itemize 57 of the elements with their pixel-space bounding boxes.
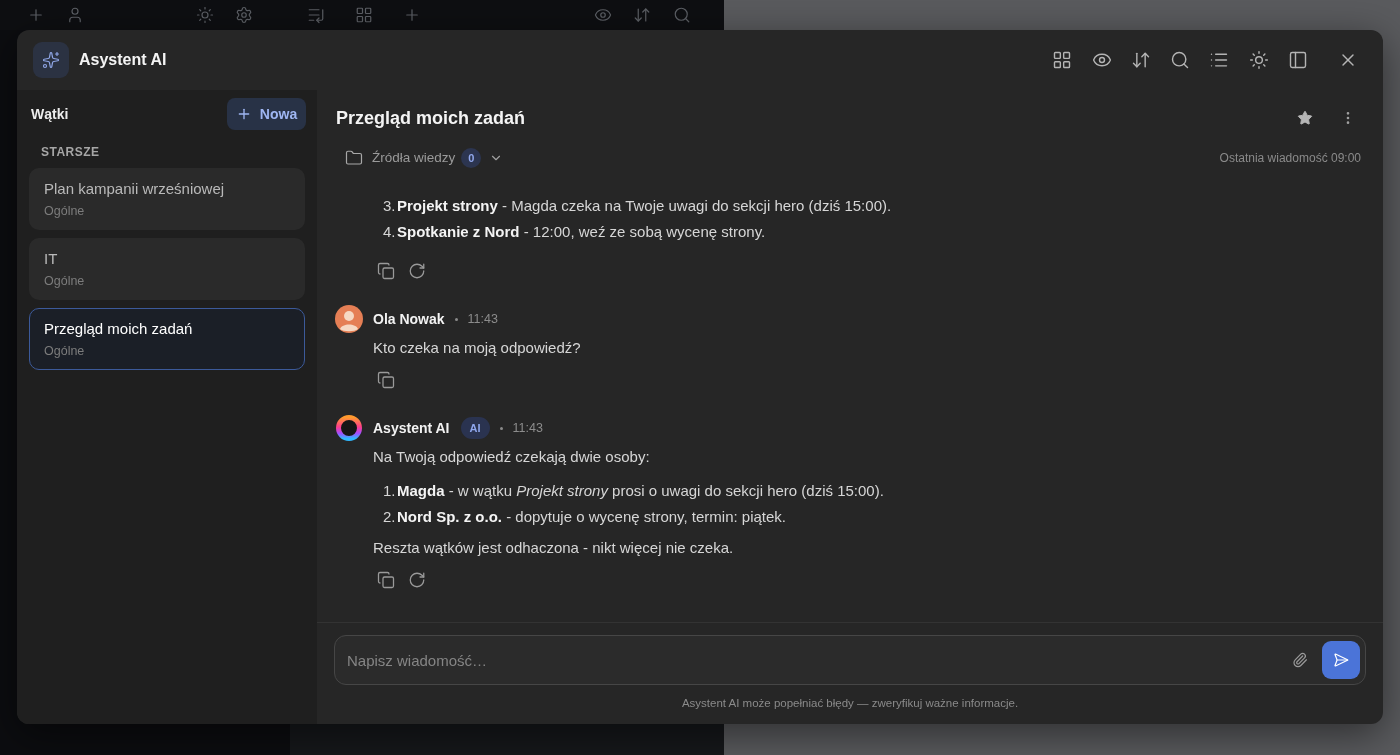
search-icon[interactable] (1170, 50, 1191, 70)
thread-item[interactable]: IT Ogólne (29, 238, 305, 300)
send-button[interactable] (1322, 641, 1360, 679)
ring-avatar-icon (335, 414, 363, 442)
regenerate-icon[interactable] (408, 571, 426, 589)
send-icon (1333, 652, 1349, 668)
copy-icon[interactable] (377, 371, 395, 389)
disclaimer-text: Asystent AI może popełniać błędy — zweryfikuj ważne informacje. (681, 696, 1019, 710)
thread-category: Ogólne (44, 343, 85, 359)
list-number: 2. (383, 507, 397, 527)
copy-icon[interactable] (377, 571, 395, 589)
thread-item[interactable]: Przegląd moich zadań Ogólne (29, 308, 305, 370)
message-text: Na Twoją odpowiedź czekają dwie osoby: (373, 447, 650, 467)
person-avatar-icon (335, 305, 363, 333)
window-title: Asystent AI (79, 50, 167, 70)
list-icon[interactable] (1209, 50, 1230, 70)
thread-category: Ogólne (44, 203, 85, 219)
message-text: Kto czeka na moją odpowiedź? (373, 338, 581, 358)
author-name: Ola Nowak (373, 309, 445, 329)
message-time: 11:43 (512, 419, 543, 437)
list-item-text: Spotkanie z Nord - 12:00, weź ze sobą wycenę strony. (397, 222, 766, 242)
thread-title: Przegląd moich zadań (44, 319, 193, 339)
sun-icon[interactable] (1248, 50, 1269, 70)
folder-icon (345, 149, 363, 167)
sparkle-icon (33, 42, 69, 78)
list-item-text: Magda - w wątku Projekt strony prosi o uwagi do sekcji hero (dziś 15:00). (397, 481, 884, 501)
ai-badge: AI (460, 417, 490, 439)
count-badge: 0 (461, 148, 482, 168)
new-thread-button[interactable]: Nowa (227, 98, 306, 130)
list-item-text: Nord Sp. z o.o. - dopytuje o wycenę strony, termin: piątek. (397, 507, 787, 527)
regenerate-icon[interactable] (408, 262, 426, 280)
list-number: 3. (383, 196, 397, 216)
star-icon[interactable] (1297, 110, 1313, 126)
paperclip-icon[interactable] (1292, 652, 1308, 668)
user-icon[interactable] (66, 6, 84, 24)
thread-item[interactable]: Plan kampanii wrześniowej Ogólne (29, 168, 305, 230)
message-input-field[interactable]: Napisz wiadomość… (334, 635, 1366, 685)
sidebar-title: Wątki (31, 104, 69, 124)
knowledge-sources-toggle[interactable]: Źródła wiedzy 0 (345, 146, 504, 170)
sort-icon[interactable] (1130, 50, 1151, 70)
list-number: 1. (383, 481, 397, 501)
thread-title: IT (44, 249, 58, 269)
author-name: Asystent AI (373, 418, 450, 438)
copy-icon[interactable] (377, 262, 395, 280)
message-input[interactable]: Napisz wiadomość… (347, 642, 1292, 678)
message-text: Reszta wątków jest odhaczona - nikt więcej nie czeka. (373, 538, 734, 558)
panel-icon[interactable] (1288, 50, 1308, 70)
thread-title: Plan kampanii wrześniowej (44, 179, 225, 199)
chat-title: Przegląd moich zadań (336, 106, 526, 130)
thread-category: Ogólne (44, 273, 85, 289)
list-number: 4. (383, 222, 397, 242)
list-item-text: Projekt strony - Magda czeka na Twoje uwagi do sekcji hero (dziś 15:00). (397, 196, 892, 216)
last-message-time: Ostatnia wiadomość 09:00 (1219, 150, 1361, 167)
message-time: 11:43 (467, 310, 498, 328)
section-label: STARSZE (41, 145, 100, 159)
settings-icon[interactable] (235, 6, 253, 24)
grid-icon[interactable] (1052, 50, 1073, 70)
